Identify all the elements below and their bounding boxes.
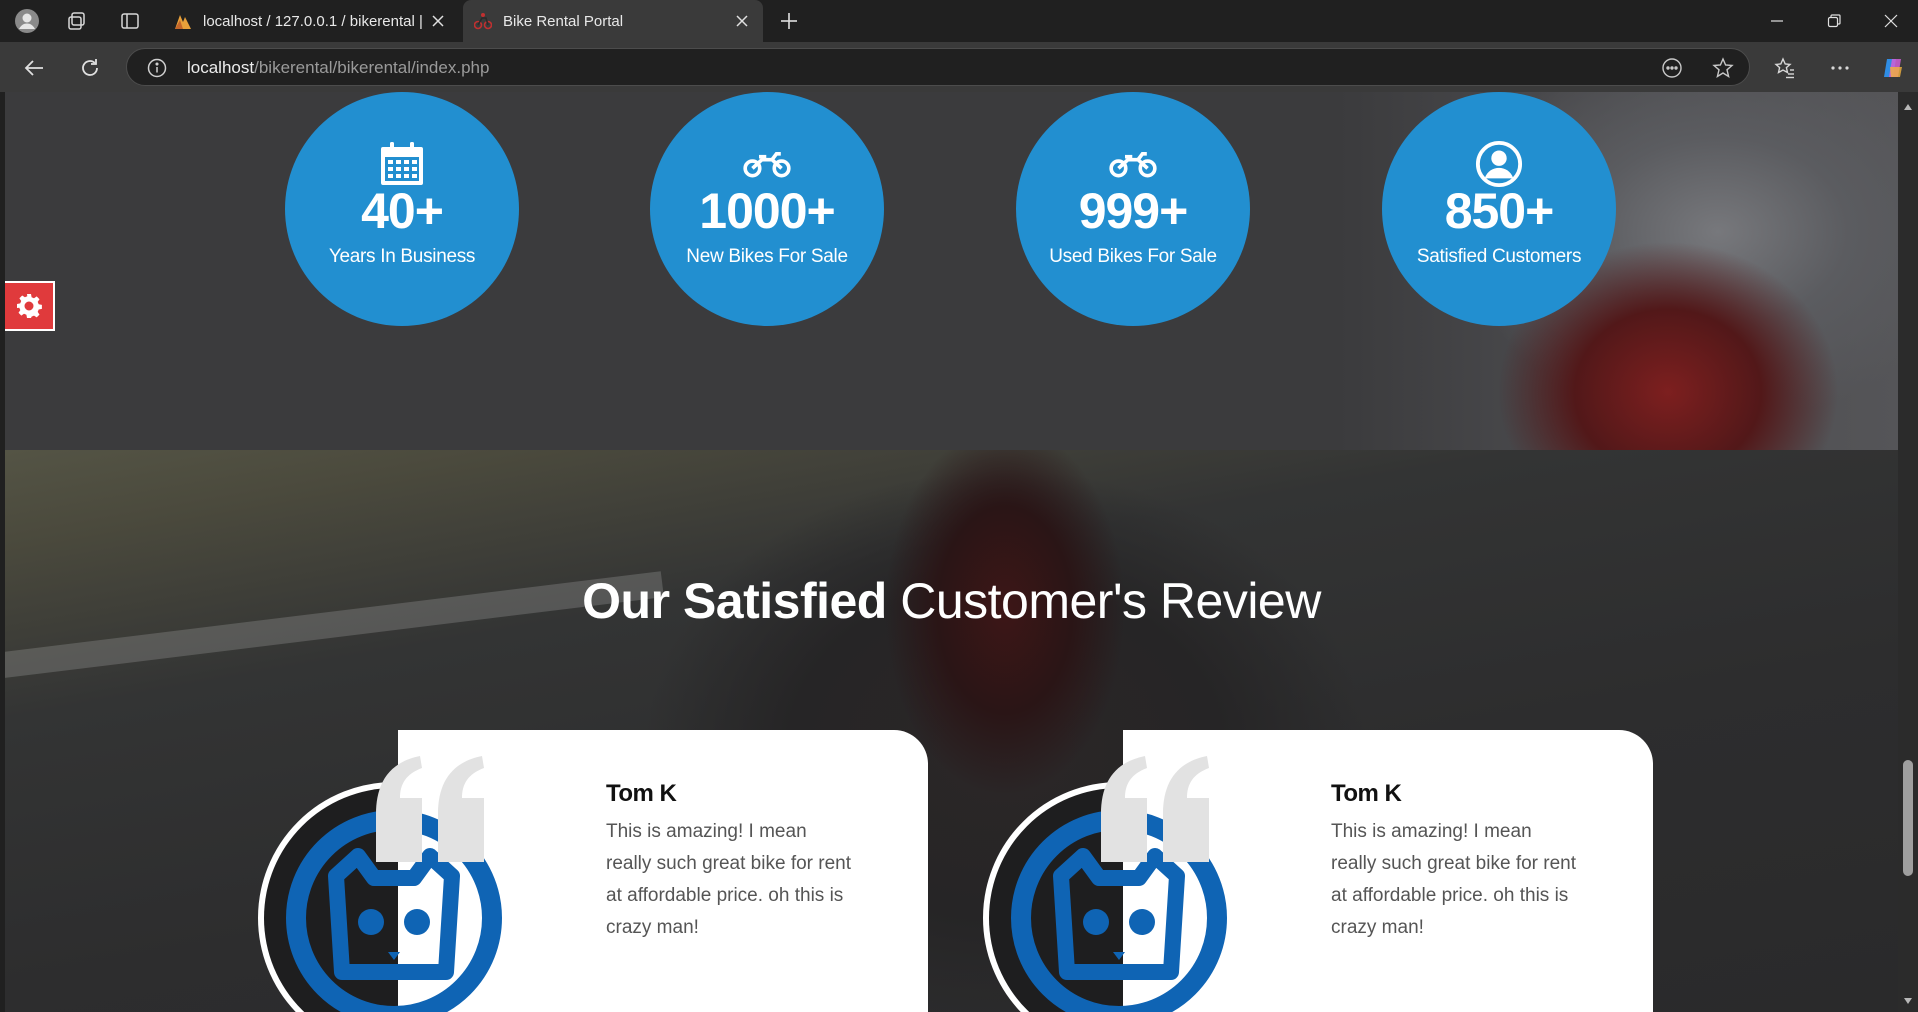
reviews-section: Our Satisfied Customer's Review Tom K Th… [5, 450, 1898, 1012]
url-path: /bikerental/bikerental/index.php [254, 58, 490, 77]
phpmyadmin-icon [173, 11, 193, 31]
favorite-star-icon[interactable] [1712, 57, 1734, 79]
user-circle-icon [1475, 140, 1523, 188]
stat-value: 40+ [361, 183, 444, 239]
new-tab-icon[interactable] [776, 8, 802, 34]
stat-label: Used Bikes For Sale [1049, 246, 1217, 267]
favorites-icon[interactable] [1771, 54, 1799, 82]
tab-bike-rental-portal[interactable]: Bike Rental Portal [463, 0, 763, 42]
motorbike-icon [473, 11, 493, 31]
motorcycle-icon [743, 140, 791, 188]
close-window-icon[interactable] [1876, 6, 1906, 36]
motorcycle-icon [1109, 140, 1157, 188]
scroll-down-icon[interactable] [1903, 996, 1913, 1006]
close-tab-icon[interactable] [731, 10, 753, 32]
stat-years-in-business: 40+ Years In Business [285, 92, 519, 326]
reviewer-name: Tom K [606, 780, 677, 807]
section-title: Our Satisfied Customer's Review [5, 572, 1898, 630]
gear-icon [17, 294, 42, 318]
review-card: Tom K This is amazing! I mean really suc… [983, 730, 1653, 1012]
stat-value: 1000+ [699, 183, 835, 239]
review-card: Tom K This is amazing! I mean really suc… [258, 730, 928, 1012]
tab-phpmyadmin[interactable]: localhost / 127.0.0.1 / bikerental | [163, 0, 459, 42]
stat-label: New Bikes For Sale [686, 246, 848, 267]
read-aloud-icon[interactable] [1661, 57, 1683, 79]
url-text[interactable]: localhost/bikerental/bikerental/index.ph… [187, 58, 489, 78]
quote-icon [1101, 756, 1209, 862]
stat-value: 999+ [1078, 183, 1189, 239]
reviewer-name: Tom K [1331, 780, 1402, 807]
tab-title: localhost / 127.0.0.1 / bikerental | [203, 12, 423, 30]
back-icon[interactable] [20, 54, 48, 82]
page-viewport: 40+ Years In Business 1000+ New Bikes Fo… [5, 92, 1898, 1012]
refresh-icon[interactable] [76, 54, 104, 82]
quote-icon [376, 756, 484, 862]
restore-icon[interactable] [1819, 6, 1849, 36]
scroll-up-icon[interactable] [1903, 102, 1913, 112]
site-info-icon[interactable] [147, 58, 167, 78]
stat-value: 850+ [1444, 183, 1555, 239]
stat-used-bikes: 999+ Used Bikes For Sale [1016, 92, 1250, 326]
settings-gear-button[interactable] [5, 281, 55, 331]
page-scrollbar[interactable] [1898, 92, 1918, 1012]
minimize-icon[interactable] [1762, 6, 1792, 36]
scrollbar-thumb[interactable] [1903, 760, 1913, 876]
calendar-icon [378, 140, 426, 188]
more-menu-icon[interactable] [1826, 54, 1854, 82]
address-bar[interactable]: localhost/bikerental/bikerental/index.ph… [126, 48, 1750, 86]
browser-tab-bar: localhost / 127.0.0.1 / bikerental | Bik… [0, 0, 1918, 42]
stat-new-bikes: 1000+ New Bikes For Sale [650, 92, 884, 326]
close-tab-icon[interactable] [427, 10, 449, 32]
browser-toolbar: localhost/bikerental/bikerental/index.ph… [0, 42, 1918, 92]
title-light-part: Customer's Review [886, 573, 1321, 629]
tab-title: Bike Rental Portal [503, 12, 624, 30]
stat-label: Satisfied Customers [1416, 246, 1582, 267]
tab-actions-icon[interactable] [117, 8, 143, 34]
stat-satisfied-customers: 850+ Satisfied Customers [1382, 92, 1616, 326]
stat-label: Years In Business [328, 246, 476, 267]
review-text: This is amazing! I mean really such grea… [606, 821, 852, 938]
copilot-icon[interactable] [1880, 54, 1908, 82]
review-text: This is amazing! I mean really such grea… [1331, 821, 1577, 938]
title-bold-part: Our Satisfied [582, 573, 887, 629]
stats-section: 40+ Years In Business 1000+ New Bikes Fo… [5, 92, 1898, 450]
url-host: localhost [187, 58, 255, 77]
profile-icon[interactable] [14, 8, 40, 34]
workspaces-icon[interactable] [64, 8, 90, 34]
